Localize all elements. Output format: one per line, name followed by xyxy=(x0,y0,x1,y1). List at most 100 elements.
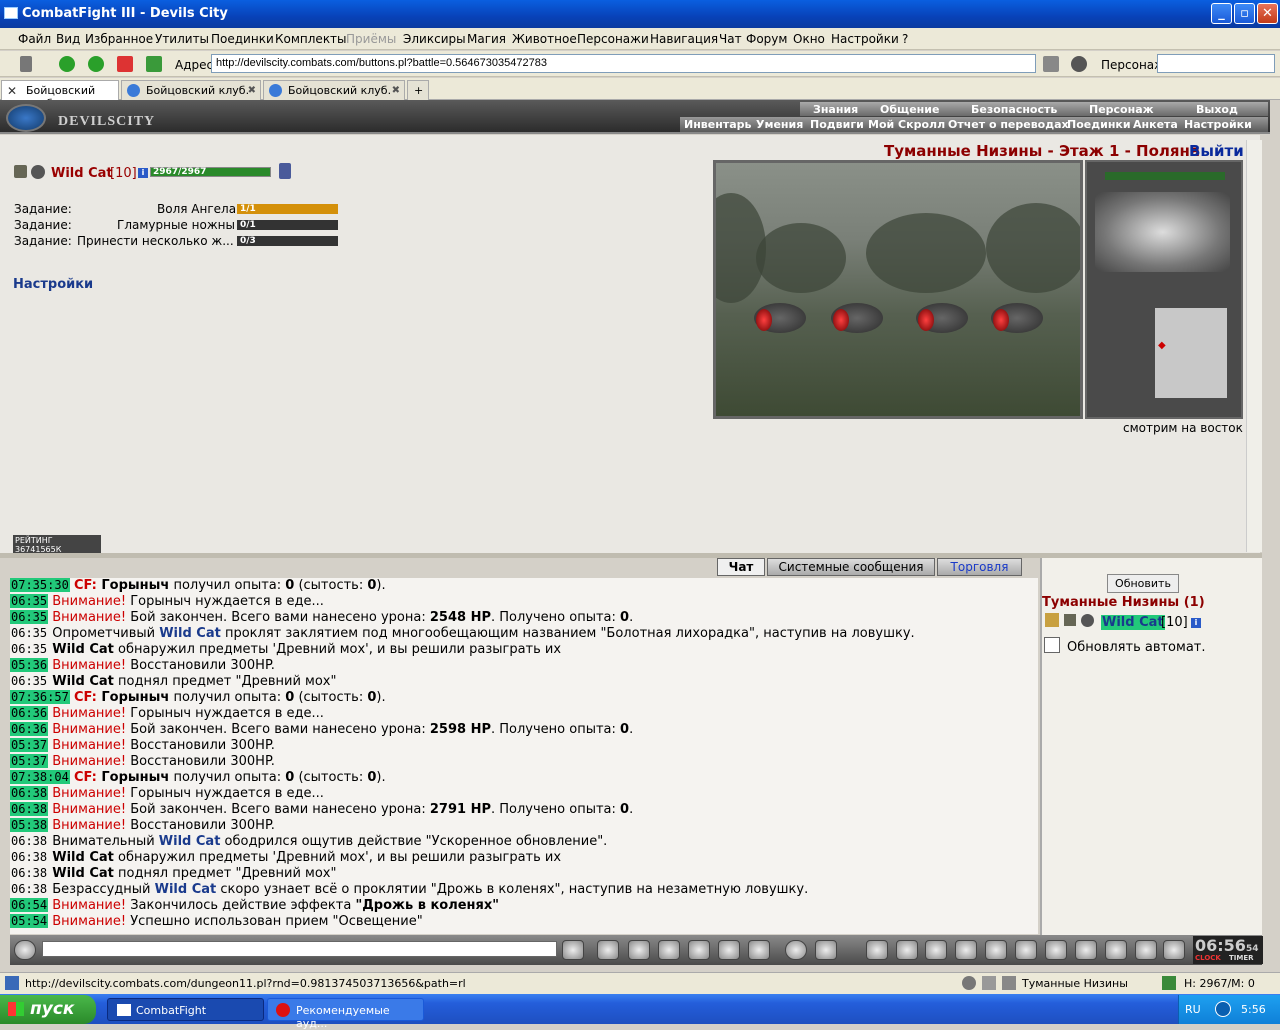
back-icon[interactable] xyxy=(59,56,75,72)
menu-utilities[interactable]: Утилиты xyxy=(155,32,209,46)
nav-communication[interactable]: Общение xyxy=(880,103,939,116)
chat-timestamp[interactable]: 06:36 xyxy=(10,706,49,720)
menu-forum[interactable]: Форум xyxy=(746,32,787,46)
chat-input[interactable] xyxy=(42,941,557,957)
send-icon[interactable] xyxy=(562,940,584,960)
chat-mode-icon[interactable] xyxy=(815,940,837,960)
chat-timestamp[interactable]: 06:35 xyxy=(10,674,48,688)
users-icon[interactable] xyxy=(1071,56,1087,72)
exit-door-icon[interactable] xyxy=(1163,940,1185,960)
menu-file[interactable]: Файл xyxy=(18,32,51,46)
close-tab-icon[interactable]: ✖ xyxy=(248,85,256,96)
refresh-button[interactable]: Обновить xyxy=(1107,574,1179,593)
sound-icon[interactable] xyxy=(748,940,770,960)
compass-control[interactable] xyxy=(1095,192,1230,272)
task-opera[interactable]: Рекомендуемые ауд... xyxy=(267,998,424,1030)
monster[interactable] xyxy=(916,303,968,333)
chat-timestamp[interactable]: 06:35 xyxy=(10,626,48,640)
auto-refresh-checkbox[interactable] xyxy=(1044,637,1060,653)
flag-icon[interactable] xyxy=(1135,940,1157,960)
refresh-icon[interactable] xyxy=(146,56,162,72)
address-input[interactable]: http://devilscity.combats.com/buttons.pl… xyxy=(211,54,1036,73)
menu-characters[interactable]: Персонажи xyxy=(577,32,649,46)
nav-profile[interactable]: Анкета xyxy=(1133,118,1178,131)
monster[interactable] xyxy=(754,303,806,333)
menu-favorites[interactable]: Избранное xyxy=(85,32,153,46)
tab-system-messages[interactable]: Системные сообщения xyxy=(767,558,935,576)
menu-view[interactable]: Вид xyxy=(56,32,80,46)
bag-icon[interactable] xyxy=(925,940,947,960)
chat-timestamp[interactable]: 06:35 xyxy=(10,610,49,624)
screen-icon[interactable] xyxy=(1002,976,1016,990)
chat-timestamp[interactable]: 05:37 xyxy=(10,754,49,768)
chat-timestamp[interactable]: 05:38 xyxy=(10,818,49,832)
chat-user-name[interactable]: Wild Cat xyxy=(159,834,221,849)
chat-timestamp[interactable]: 05:37 xyxy=(10,738,49,752)
persona-select[interactable] xyxy=(1157,54,1275,73)
tab-trade[interactable]: Торговля xyxy=(937,558,1022,576)
monster[interactable] xyxy=(831,303,883,333)
chat-timestamp[interactable]: 06:36 xyxy=(10,722,49,736)
menu-techniques[interactable]: Приёмы xyxy=(346,32,396,46)
task-combatfight[interactable]: CombatFight xyxy=(107,998,264,1021)
nav-battles[interactable]: Поединки xyxy=(1067,118,1131,131)
online-user-name[interactable]: Wild Cat xyxy=(1101,615,1165,630)
chest-icon[interactable] xyxy=(955,940,977,960)
menu-magic[interactable]: Магия xyxy=(467,32,506,46)
chat-timestamp[interactable]: 06:35 xyxy=(10,642,48,656)
whisper-icon[interactable] xyxy=(1045,613,1059,627)
nav-skills[interactable]: Умения xyxy=(756,118,803,131)
nav-settings[interactable]: Настройки xyxy=(1184,118,1252,131)
translit-icon[interactable] xyxy=(718,940,740,960)
smiley-icon[interactable] xyxy=(785,940,807,960)
nav-exit[interactable]: Выход xyxy=(1196,103,1238,116)
skull-icon[interactable] xyxy=(1045,940,1067,960)
chat-timestamp[interactable]: 05:54 xyxy=(10,914,49,928)
tab-fight-club-2[interactable]: Бойцовский клуб. ✖ xyxy=(121,80,261,100)
filter-icon[interactable] xyxy=(628,940,650,960)
menu-elixirs[interactable]: Эликсиры xyxy=(403,32,466,46)
chat-timestamp[interactable]: 05:36 xyxy=(10,658,49,672)
chat-timestamp[interactable]: 06:38 xyxy=(10,866,48,880)
group-icon[interactable] xyxy=(1105,940,1127,960)
character-name[interactable]: Wild Cat xyxy=(51,166,113,181)
nav-character[interactable]: Персонаж xyxy=(1089,103,1154,116)
forward-icon[interactable] xyxy=(88,56,104,72)
menu-settings[interactable]: Настройки xyxy=(831,32,899,46)
tab-fight-club-1[interactable]: ✕ Бойцовский клуб xyxy=(1,80,119,110)
chat-timestamp[interactable]: 06:38 xyxy=(10,786,49,800)
chat-timestamp[interactable]: 06:35 xyxy=(10,594,49,608)
settings-link[interactable]: Настройки xyxy=(13,277,93,292)
chat-timestamp[interactable]: 06:38 xyxy=(10,850,48,864)
history-icon[interactable] xyxy=(962,976,976,990)
chat-user-name[interactable]: Wild Cat xyxy=(155,882,217,897)
chat-timestamp[interactable]: 07:36:57 xyxy=(10,690,70,704)
save-icon[interactable] xyxy=(658,940,680,960)
maximize-button[interactable]: ▫ xyxy=(1234,3,1255,24)
chat-timestamp[interactable]: 06:38 xyxy=(10,834,48,848)
exit-link[interactable]: Выйти xyxy=(1189,142,1244,160)
scroll-icon[interactable] xyxy=(985,940,1007,960)
vertical-scrollbar[interactable] xyxy=(1246,140,1262,552)
nav-inventory[interactable]: Инвентарь xyxy=(684,118,751,131)
clear-icon[interactable] xyxy=(597,940,619,960)
language-indicator[interactable]: RU xyxy=(1185,1003,1201,1016)
monster[interactable] xyxy=(991,303,1043,333)
nav-knowledge[interactable]: Знания xyxy=(813,103,858,116)
menu-navigation[interactable]: Навигация xyxy=(650,32,718,46)
fighter-icon[interactable] xyxy=(688,940,710,960)
nav-security[interactable]: Безопасность xyxy=(971,103,1057,116)
stop-icon[interactable] xyxy=(117,56,133,72)
chat-timestamp[interactable]: 07:38:04 xyxy=(10,770,70,784)
smiley-menu-icon[interactable] xyxy=(14,940,36,960)
potion-icon[interactable] xyxy=(866,940,888,960)
tray-arrow-icon[interactable] xyxy=(1215,1001,1231,1017)
nav-transfer-report[interactable]: Отчет о переводах xyxy=(948,118,1069,131)
chat-timestamp[interactable]: 06:54 xyxy=(10,898,49,912)
chat-timestamp[interactable]: 06:38 xyxy=(10,802,49,816)
pin-icon[interactable] xyxy=(20,56,32,72)
menu-sets[interactable]: Комплекты xyxy=(275,32,347,46)
menu-chat[interactable]: Чат xyxy=(719,32,742,46)
chat-user-name[interactable]: Wild Cat xyxy=(159,626,221,641)
nav-achievements[interactable]: Подвиги xyxy=(810,118,864,131)
